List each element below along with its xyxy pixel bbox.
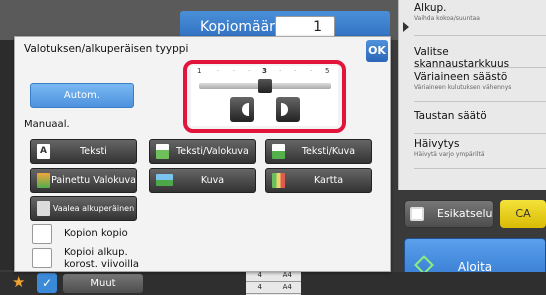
menu-item-shadow-erase[interactable]: Häivytys Häivytä varjo ympäriltä (414, 135, 546, 169)
type-label: Kartta (313, 175, 344, 186)
ok-button[interactable]: OK (366, 40, 388, 62)
scale-dot: · (217, 67, 220, 75)
menu-item-subtitle: Häivytä varjo ympäriltä (414, 151, 485, 158)
text-photo-icon (156, 144, 169, 159)
menu-item-toner-save[interactable]: Väriaineen säästö Väriaineen kulutuksen … (414, 70, 546, 102)
checkbox-label-line2: korost. viivoilla (64, 259, 140, 270)
scale-dot: · (310, 67, 313, 75)
type-label: Painettu Valokuva (51, 175, 136, 186)
preview-icon (410, 207, 424, 221)
type-label: Teksti (80, 146, 107, 157)
checkbox-label: Kopion kopio (64, 228, 128, 239)
scale-dot: · (279, 67, 282, 75)
lighter-button[interactable] (230, 97, 254, 122)
type-text-button[interactable]: A Teksti (30, 139, 137, 164)
play-arrow-icon (403, 22, 409, 32)
more-button[interactable]: Muut (63, 274, 143, 293)
type-printed-photo-button[interactable]: Painettu Valokuva (30, 168, 137, 193)
menu-item-title: Taustan säätö (414, 110, 487, 122)
dialog-title: Valotuksen/alkuperäisen tyyppi (24, 43, 189, 55)
lighter-icon (242, 103, 249, 116)
type-text-picture-button[interactable]: Teksti/Kuva (265, 139, 372, 164)
exposure-slider-thumb[interactable] (258, 79, 272, 93)
menu-item-resolution[interactable]: Valitse skannaustarkkuus (414, 38, 546, 70)
star-icon[interactable]: ★ (12, 272, 25, 292)
type-label: Teksti/Valokuva (176, 146, 249, 157)
paper-size: A4 (282, 283, 292, 291)
menu-item-title: Väriaineen säästö (414, 71, 508, 83)
menu-item-subtitle: Vaihda kokoa/suuntaa (414, 15, 480, 22)
type-photo-button[interactable]: Kuva (149, 168, 256, 193)
menu-item-title: Alkup. (414, 2, 447, 14)
exposure-scale: 1 · · · 3 · · · 5 (197, 67, 331, 79)
tray-number: 4 (257, 283, 262, 291)
menu-item-title: Valitse skannaustarkkuus (414, 46, 510, 70)
clear-all-button[interactable]: CA (500, 200, 546, 228)
type-label: Kuva (200, 175, 225, 186)
type-label: Vaalea alkuperäinen (52, 204, 135, 213)
type-label: Teksti/Kuva (301, 146, 356, 157)
paper-tray-table: 4 A4 4 A4 (246, 270, 301, 295)
darker-button[interactable] (276, 97, 300, 122)
type-light-original-button[interactable]: Vaalea alkuperäinen (30, 196, 137, 221)
menu-item-original[interactable]: Alkup. Vaihda kokoa/suuntaa (414, 2, 546, 36)
scale-dot: · (294, 67, 297, 75)
check-icon[interactable]: ✓ (37, 273, 57, 293)
scale-label-max: 5 (325, 67, 330, 75)
scale-dot: · (248, 67, 251, 75)
menu-item-title: Häivytys (414, 138, 460, 150)
scale-label-mid: 3 (262, 67, 267, 75)
copies-label: Kopiomäärä (200, 19, 284, 35)
auto-button[interactable]: Autom. (30, 83, 134, 108)
highlight-lines-checkbox[interactable] (32, 248, 52, 268)
text-picture-icon (272, 144, 285, 159)
menu-item-subtitle: Väriaineen kulutuksen vähennys (414, 84, 512, 91)
text-doc-icon: A (37, 144, 50, 159)
scale-dot: · (233, 67, 236, 75)
scale-label-min: 1 (197, 67, 202, 75)
type-map-button[interactable]: Kartta (265, 168, 372, 193)
copy-of-copy-checkbox[interactable] (32, 224, 52, 244)
table-row: 4 A4 (246, 282, 301, 294)
copies-input[interactable]: 1 (275, 16, 335, 38)
darker-icon (281, 103, 288, 116)
checkbox-label-line1: Kopioi alkup. (64, 247, 128, 258)
left-edge (0, 40, 14, 270)
printed-photo-icon (37, 173, 50, 188)
manual-label: Manuaal. (24, 119, 70, 130)
map-icon (272, 173, 285, 188)
menu-item-background[interactable]: Taustan säätö (414, 104, 546, 134)
type-text-photo-button[interactable]: Teksti/Valokuva (149, 139, 256, 164)
light-original-icon (37, 201, 50, 216)
